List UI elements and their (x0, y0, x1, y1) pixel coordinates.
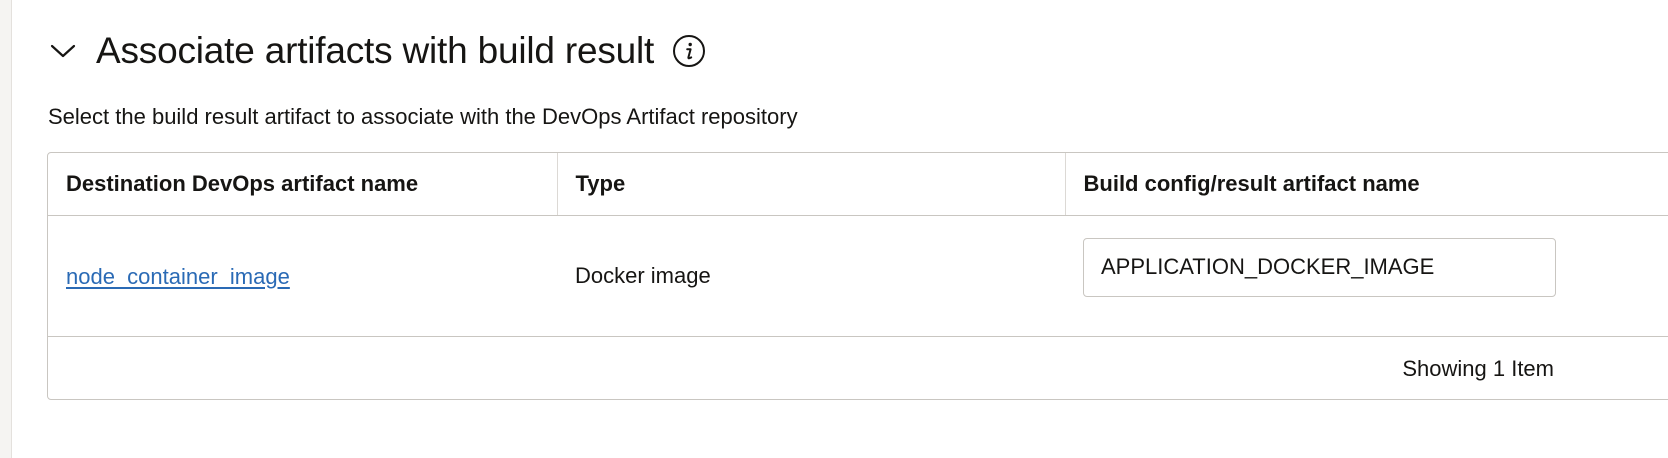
result-artifact-name-input[interactable] (1083, 237, 1556, 297)
artifact-name-link[interactable]: node_container_image (66, 262, 290, 290)
left-rail (0, 0, 12, 458)
column-header-result-artifact: Build config/result artifact name (1064, 153, 1668, 216)
section-title: Associate artifacts with build result (96, 30, 655, 71)
table-row: node_container_image Docker image (48, 215, 1668, 337)
item-count: Showing 1 Item (1402, 355, 1554, 381)
column-header-destination-artifact: Destination DevOps artifact name (48, 153, 557, 216)
section-header: Associate artifacts with build result (48, 28, 706, 74)
artifact-type-cell: Docker image (557, 215, 1065, 337)
section-description: Select the build result artifact to asso… (48, 104, 798, 129)
info-icon[interactable] (672, 34, 706, 68)
artifact-name-cell: node_container_image (48, 215, 557, 337)
table-footer: Showing 1 Item (48, 337, 1668, 400)
page: Associate artifacts with build result Se… (0, 0, 1668, 458)
chevron-down-icon[interactable] (48, 36, 78, 66)
table-header-row: Destination DevOps artifact name Type Bu… (48, 153, 1668, 216)
column-header-type: Type (556, 153, 1065, 216)
artifacts-table: Destination DevOps artifact name Type Bu… (47, 152, 1668, 400)
result-artifact-cell (1065, 215, 1668, 337)
